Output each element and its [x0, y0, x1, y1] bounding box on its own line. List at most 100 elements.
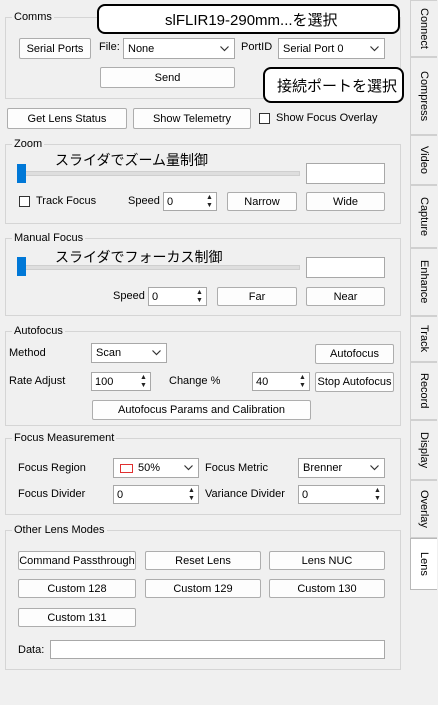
- focus-slider-thumb[interactable]: [17, 257, 26, 276]
- narrow-button[interactable]: Narrow: [227, 192, 297, 211]
- focus-region-select[interactable]: 50%: [113, 458, 199, 478]
- portid-label: PortID: [241, 41, 273, 53]
- portid-select-value: Serial Port 0: [283, 42, 344, 55]
- callout-focus-slider: スライダでフォーカス制御: [55, 249, 223, 265]
- send-button[interactable]: Send: [100, 67, 235, 88]
- spin-arrows-icon[interactable]: ▲ ▼: [372, 487, 383, 502]
- focus-region-label: Focus Region: [18, 462, 86, 474]
- tab-display[interactable]: Display: [410, 420, 437, 480]
- other-lens-modes-title: Other Lens Modes: [12, 524, 107, 537]
- zoom-value-field[interactable]: [306, 163, 385, 184]
- method-label: Method: [9, 347, 46, 359]
- zoom-speed-stepper[interactable]: 0 ▲ ▼: [163, 192, 217, 211]
- focus-region-value: 50%: [138, 462, 161, 474]
- tab-connect[interactable]: Connect: [410, 0, 437, 57]
- show-focus-overlay-label: Show Focus Overlay: [276, 112, 378, 124]
- file-select-value: None: [128, 42, 155, 55]
- chevron-down-icon: [370, 462, 379, 474]
- change-value: 40: [256, 375, 269, 388]
- chevron-down-icon: [370, 43, 379, 55]
- rate-adjust-stepper[interactable]: 100 ▲ ▼: [91, 372, 151, 391]
- focus-value-field[interactable]: [306, 257, 385, 278]
- autofocus-params-button[interactable]: Autofocus Params and Calibration: [92, 400, 311, 420]
- spin-arrows-icon[interactable]: ▲ ▼: [297, 374, 308, 389]
- tab-lens[interactable]: Lens: [410, 538, 437, 590]
- tab-track[interactable]: Track: [410, 316, 437, 362]
- region-swatch-icon: [120, 463, 133, 473]
- tab-label: Connect: [418, 8, 430, 49]
- zoom-speed-value: 0: [167, 195, 174, 208]
- spin-arrows-icon[interactable]: ▲ ▼: [204, 194, 215, 209]
- tab-enhance[interactable]: Enhance: [410, 248, 437, 316]
- command-passthrough-button[interactable]: Command Passthrough: [18, 551, 136, 570]
- custom-128-button[interactable]: Custom 128: [18, 579, 136, 598]
- custom-129-button[interactable]: Custom 129: [145, 579, 261, 598]
- wide-button[interactable]: Wide: [306, 192, 385, 211]
- reset-lens-button[interactable]: Reset Lens: [145, 551, 261, 570]
- rate-adjust-value: 100: [95, 375, 114, 388]
- comms-title: Comms: [12, 11, 54, 24]
- zoom-title: Zoom: [12, 138, 45, 151]
- tab-overlay[interactable]: Overlay: [410, 480, 437, 538]
- focus-divider-stepper[interactable]: 0 ▲ ▼: [113, 485, 199, 504]
- tab-compress[interactable]: Compress: [410, 57, 437, 135]
- zoom-speed-label: Speed: [128, 195, 160, 207]
- serial-ports-button[interactable]: Serial Ports: [19, 38, 91, 59]
- file-select[interactable]: None: [123, 38, 235, 59]
- chevron-down-icon: [220, 43, 229, 55]
- focus-divider-value: 0: [117, 488, 124, 501]
- variance-divider-value: 0: [302, 488, 309, 501]
- spin-arrows-icon[interactable]: ▲ ▼: [138, 374, 149, 389]
- method-select[interactable]: Scan: [91, 343, 167, 363]
- custom-131-button[interactable]: Custom 131: [18, 608, 136, 627]
- near-button[interactable]: Near: [306, 287, 385, 306]
- callout-select-port-text: 接続ポートを選択: [277, 77, 398, 95]
- stop-autofocus-button[interactable]: Stop Autofocus: [315, 372, 394, 392]
- variance-divider-stepper[interactable]: 0 ▲ ▼: [298, 485, 385, 504]
- focus-divider-label: Focus Divider: [18, 488, 86, 500]
- focus-metric-value: Brenner: [303, 462, 343, 474]
- chevron-down-icon: [152, 347, 161, 359]
- tab-strip: Connect Compress Video Capture Enhance T…: [410, 0, 438, 705]
- spin-arrows-icon[interactable]: ▲ ▼: [186, 487, 197, 502]
- method-select-value: Scan: [96, 347, 122, 359]
- data-label: Data:: [18, 644, 45, 656]
- callout-select-port: 接続ポートを選択: [263, 67, 404, 103]
- focus-speed-stepper[interactable]: 0 ▲ ▼: [148, 287, 207, 306]
- file-label: File:: [99, 41, 120, 53]
- track-focus-checkbox[interactable]: [19, 196, 30, 207]
- track-focus-label: Track Focus: [36, 195, 97, 207]
- far-button[interactable]: Far: [217, 287, 297, 306]
- show-focus-overlay-checkbox[interactable]: [259, 113, 270, 124]
- chevron-down-icon: [184, 462, 193, 474]
- show-telemetry-button[interactable]: Show Telemetry: [133, 108, 251, 129]
- change-stepper[interactable]: 40 ▲ ▼: [252, 372, 310, 391]
- callout-select-file: slFLIR19-290mm...を選択: [97, 4, 400, 34]
- tab-label: Video: [418, 146, 430, 174]
- tab-label: Lens: [418, 552, 430, 576]
- autofocus-button[interactable]: Autofocus: [315, 344, 394, 364]
- zoom-slider-track[interactable]: [17, 171, 300, 176]
- data-field[interactable]: [50, 640, 385, 659]
- tab-label: Capture: [418, 196, 430, 237]
- spin-arrows-icon[interactable]: ▲ ▼: [194, 289, 205, 304]
- tab-video[interactable]: Video: [410, 135, 437, 185]
- tab-record[interactable]: Record: [410, 362, 437, 420]
- tab-label: Track: [418, 325, 430, 353]
- rate-adjust-label: Rate Adjust: [9, 375, 66, 387]
- tab-label: Display: [418, 431, 430, 469]
- zoom-slider-thumb[interactable]: [17, 164, 26, 183]
- focus-metric-label: Focus Metric: [205, 462, 268, 474]
- focus-measurement-title: Focus Measurement: [12, 432, 117, 445]
- tab-capture[interactable]: Capture: [410, 185, 437, 248]
- lens-nuc-button[interactable]: Lens NUC: [269, 551, 385, 570]
- focus-metric-select[interactable]: Brenner: [298, 458, 385, 478]
- focus-speed-label: Speed: [113, 290, 145, 302]
- tab-label: Enhance: [418, 260, 430, 304]
- portid-select[interactable]: Serial Port 0: [278, 38, 385, 59]
- get-lens-status-button[interactable]: Get Lens Status: [7, 108, 127, 129]
- custom-130-button[interactable]: Custom 130: [269, 579, 385, 598]
- autofocus-title: Autofocus: [12, 325, 65, 338]
- tab-label: Record: [418, 373, 430, 409]
- tab-label: Overlay: [418, 490, 430, 528]
